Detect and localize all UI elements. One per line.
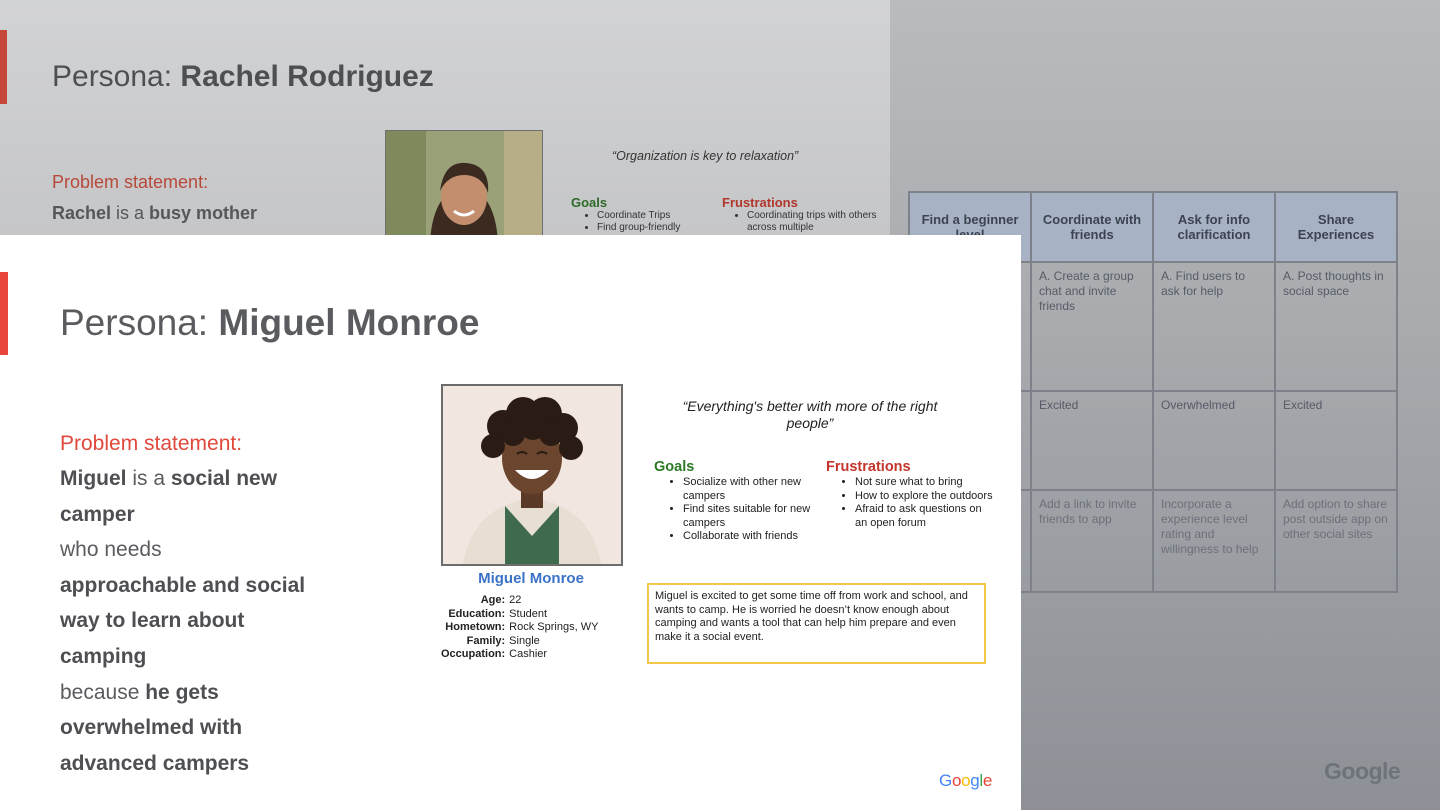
google-logo-letter: o: [951, 771, 962, 790]
frustrations-list: Not sure what to bring How to explore th…: [826, 476, 996, 530]
google-logo: Google: [1324, 758, 1401, 784]
persona-quote: “Organization is key to relaxation”: [612, 149, 799, 163]
list-item: How to explore the outdoors: [855, 490, 996, 504]
journey-cell: Excited: [1030, 390, 1154, 491]
goals-heading: Goals: [654, 459, 695, 475]
info-row: Education: Student: [441, 608, 619, 622]
person-portrait-icon: [443, 386, 621, 564]
journey-header-label: Coordinate with friends: [1042, 212, 1142, 242]
miguel-persona-slide[interactable]: Persona: Miguel Monroe Problem statement…: [0, 235, 1021, 810]
problem-text-fragment: is a: [111, 203, 150, 223]
persona-photo: [385, 130, 543, 236]
list-item: Collaborate with friends: [683, 530, 814, 544]
journey-header: Ask for info clarification: [1152, 191, 1276, 263]
page-title: Persona: Miguel Monroe: [60, 302, 479, 344]
persona-bio: Miguel is excited to get some time off f…: [647, 583, 986, 664]
problem-text-fragment: because: [60, 680, 146, 704]
person-portrait-icon: [386, 131, 542, 236]
google-logo: Google: [939, 771, 992, 791]
problem-text-fragment: approachable and social way to learn abo…: [60, 573, 306, 668]
list-item: Find sites suitable for new campers: [683, 503, 814, 530]
info-value: Rock Springs, WY: [509, 621, 599, 633]
info-value: Student: [509, 607, 548, 620]
journey-header: Coordinate with friends: [1030, 191, 1154, 263]
journey-cell: Incorporate a experience level rating an…: [1152, 489, 1276, 593]
google-logo-letter: G: [939, 771, 952, 790]
goals-list: Socialize with other new campers Find si…: [654, 476, 814, 544]
journey-cell: A. Post thoughts in social space: [1274, 261, 1398, 392]
persona-photo: [441, 384, 623, 566]
persona-first-name: Rachel: [52, 203, 112, 223]
title-accent-bar: [0, 272, 8, 355]
list-item: Afraid to ask questions on an open forum: [855, 503, 996, 530]
persona-info-table: Age: 22 Education: Student Hometown: Rock S…: [441, 594, 619, 662]
title-accent-bar: [0, 30, 7, 104]
list-item: Find group-friendly: [597, 222, 722, 234]
frustrations-heading: Frustrations: [826, 459, 911, 475]
journey-header-label: Ask for info clarification: [1177, 212, 1251, 242]
journey-cell: Excited: [1274, 390, 1398, 491]
journey-header-label: Share Experiences: [1297, 212, 1375, 242]
google-logo-text: Google: [939, 771, 992, 790]
info-key: Family:: [466, 634, 506, 647]
journey-cell: A. Create a group chat and invite friend…: [1030, 261, 1154, 392]
journey-header: Share Experiences: [1274, 191, 1398, 263]
info-value: Single: [509, 634, 540, 647]
info-key: Education:: [448, 607, 506, 620]
persona-name: Miguel Monroe: [218, 302, 480, 343]
info-key: Age:: [480, 594, 506, 606]
problem-statement-text: Rachel is a busy mother: [52, 203, 257, 224]
list-item: Not sure what to bring: [855, 476, 996, 490]
journey-cell: Add option to share post outside app on …: [1274, 489, 1398, 593]
rachel-persona-slide[interactable]: Persona: Rachel Rodriguez Problem statem…: [0, 0, 890, 236]
problem-statement-text: Miguel is a social new camper who needs ap…: [60, 461, 320, 781]
problem-text-fragment: who needs: [60, 538, 162, 562]
problem-text-fragment: is a: [126, 467, 171, 490]
journey-cell: A. Find users to ask for help: [1152, 261, 1276, 392]
persona-quote: “Everything's better with more of the ri…: [682, 398, 938, 431]
page-title: Persona: Rachel Rodriguez: [52, 60, 434, 94]
persona-name-caption: Miguel Monroe: [478, 570, 584, 587]
info-row: Family: Single: [441, 635, 619, 649]
google-logo-letter: e: [982, 771, 993, 790]
frustrations-list: Coordinating trips with others across mu…: [722, 210, 882, 234]
info-row: Occupation: Cashier: [441, 648, 619, 662]
info-key: Hometown:: [445, 621, 506, 633]
info-row: Age: 22: [441, 594, 619, 608]
list-item: Coordinating trips with others across mu…: [747, 210, 882, 234]
journey-cell: Add a link to invite friends to app: [1030, 489, 1154, 593]
problem-statement-label: Problem statement:: [52, 172, 209, 192]
info-row: Hometown: Rock Springs, WY: [441, 621, 619, 635]
goals-list: Coordinate Trips Find group-friendly: [572, 210, 722, 234]
title-prefix: Persona:: [52, 60, 181, 93]
info-key: Occupation:: [441, 648, 506, 660]
title-prefix: Persona:: [60, 302, 219, 343]
google-logo-letter: o: [961, 771, 971, 790]
persona-name: Rachel Rodriguez: [180, 60, 434, 93]
problem-text-fragment: Miguel: [60, 467, 127, 490]
info-value: Cashier: [509, 648, 548, 660]
list-item: Socialize with other new campers: [683, 476, 814, 503]
info-value: 22: [509, 594, 522, 606]
problem-text-fragment: busy mother: [149, 203, 258, 223]
problem-statement-label: Problem statement:: [60, 432, 243, 455]
frustrations-heading: Frustrations: [722, 195, 798, 210]
list-item: Coordinate Trips: [597, 210, 722, 222]
journey-cell: Overwhelmed: [1152, 390, 1276, 491]
goals-heading: Goals: [571, 195, 608, 210]
